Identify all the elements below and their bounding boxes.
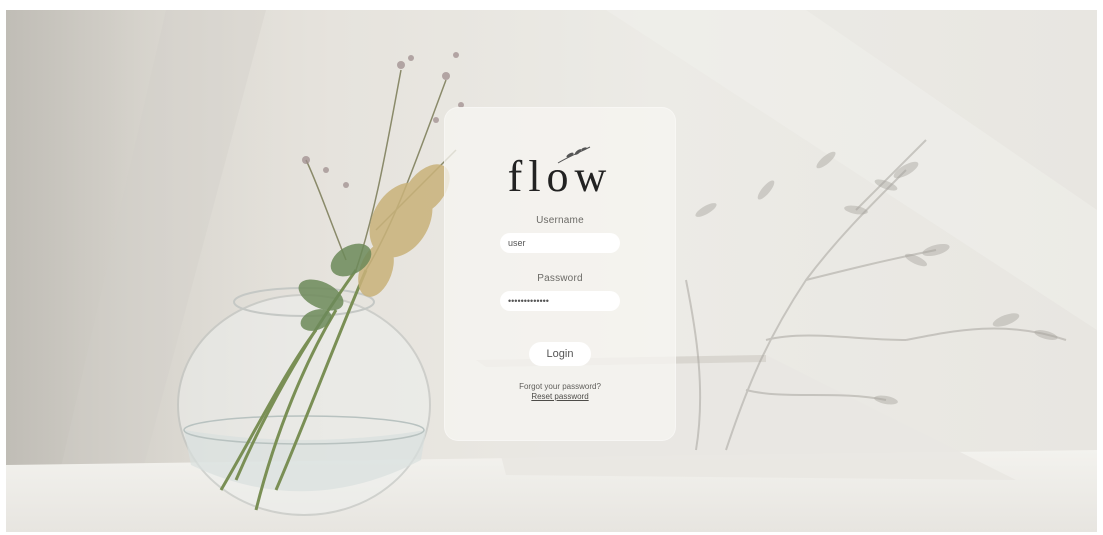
password-input[interactable] xyxy=(500,291,620,311)
password-label: Password xyxy=(537,273,583,284)
username-label: Username xyxy=(536,215,584,226)
brand-logo: flow xyxy=(507,152,613,201)
forgot-password-text: Forgot your password? xyxy=(519,382,601,391)
reset-password-link[interactable]: Reset password xyxy=(444,392,676,402)
login-button[interactable]: Login xyxy=(529,342,591,366)
login-card: flow Username Password Login Forgot your… xyxy=(444,107,676,441)
username-input[interactable] xyxy=(500,233,620,253)
forgot-password-block: Forgot your password? Reset password xyxy=(444,382,676,402)
